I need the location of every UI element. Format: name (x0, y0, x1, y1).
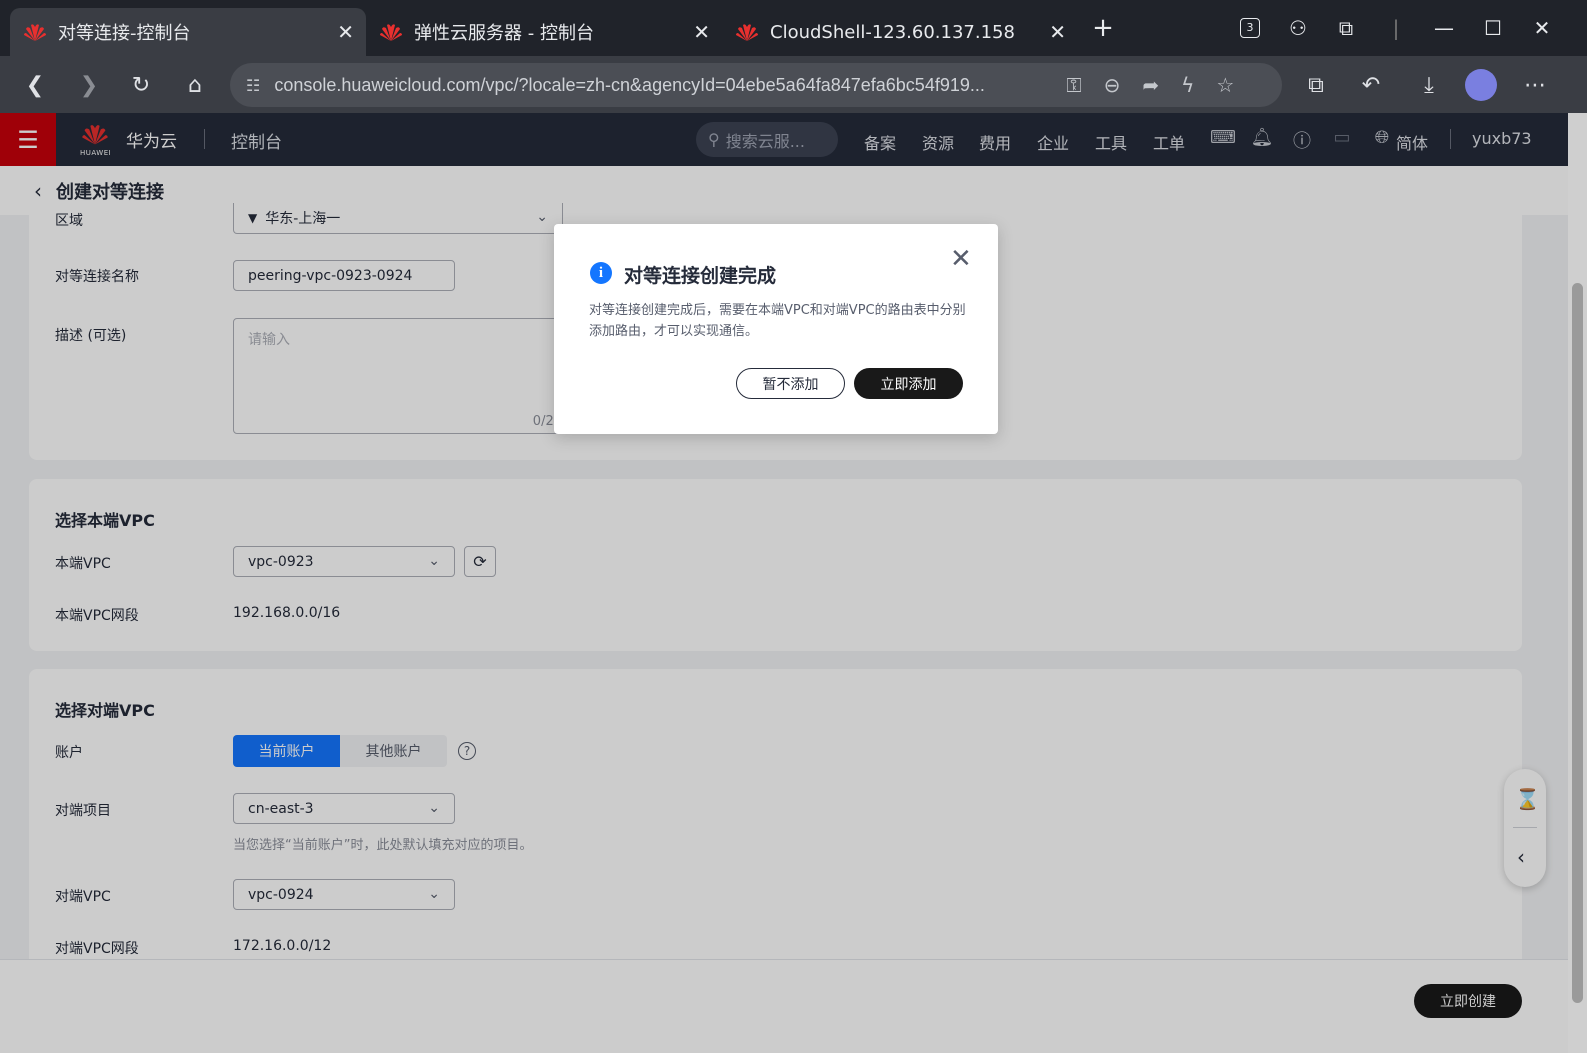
favorite-star-icon[interactable]: ☆ (1216, 73, 1234, 97)
huawei-logo-icon (734, 21, 760, 43)
vertical-scrollbar[interactable] (1568, 113, 1587, 1053)
minimize-icon[interactable]: — (1424, 10, 1464, 46)
browser-tab-ecs[interactable]: 弹性云服务器 - 控制台 ✕ (366, 8, 722, 56)
dialog-title: 对等连接创建完成 (624, 265, 777, 287)
avatar-icon (1465, 69, 1497, 101)
browser-tab-cloudshell[interactable]: CloudShell-123.60.137.158 ✕ (722, 8, 1078, 56)
key-icon[interactable]: ⚿ (1066, 73, 1081, 97)
address-bar[interactable]: ☷ console.huaweicloud.com/vpc/?locale=zh… (230, 63, 1282, 107)
browser-tab-peering[interactable]: 对等连接-控制台 ✕ (10, 8, 366, 56)
tab-title: 对等连接-控制台 (58, 23, 191, 44)
home-icon[interactable]: ⌂ (176, 66, 214, 104)
close-icon[interactable]: ✕ (693, 20, 710, 44)
extensions-icon[interactable]: ⧉ (1326, 10, 1366, 46)
add-now-button[interactable]: 立即添加 (854, 368, 963, 399)
share-icon[interactable]: ➦ (1142, 73, 1159, 97)
reload-icon[interactable]: ↻ (122, 66, 160, 104)
tab-title: CloudShell-123.60.137.158 (770, 21, 1015, 43)
extensions-puzzle-icon[interactable]: ⧉ (1297, 66, 1335, 104)
skip-add-button[interactable]: 暂不添加 (736, 368, 845, 399)
creation-complete-dialog: i 对等连接创建完成 ✕ 对等连接创建完成后，需要在本端VPC和对端VPC的路由… (554, 224, 998, 434)
forward-icon[interactable]: ❯ (70, 66, 108, 104)
dialog-message: 对等连接创建完成后，需要在本端VPC和对端VPC的路由表中分别添加路由，才可以实… (589, 303, 966, 339)
tab-title: 弹性云服务器 - 控制台 (414, 23, 594, 44)
profile-avatar[interactable] (1462, 66, 1500, 104)
window-close-icon[interactable]: ✕ (1522, 10, 1562, 46)
back-icon[interactable]: ❮ (16, 66, 54, 104)
new-tab-button[interactable]: + (1083, 10, 1123, 46)
url-text[interactable]: console.huaweicloud.com/vpc/?locale=zh-c… (274, 75, 1044, 96)
tab-count-icon: 3 (1240, 18, 1260, 38)
zoom-out-icon[interactable]: ⊖ (1104, 73, 1121, 97)
maximize-icon[interactable]: ☐ (1473, 10, 1513, 46)
huawei-logo-icon (378, 21, 404, 43)
close-icon[interactable]: ✕ (950, 244, 972, 274)
info-icon: i (590, 262, 612, 284)
downloads-icon[interactable]: ⤓ (1410, 66, 1448, 104)
browser-toolbar: ❮ ❯ ↻ ⌂ ☷ console.huaweicloud.com/vpc/?l… (0, 56, 1587, 113)
copilot-icon[interactable]: ⚇ (1278, 10, 1318, 46)
close-icon[interactable]: ✕ (337, 20, 354, 44)
bolt-icon[interactable]: ϟ (1181, 73, 1194, 97)
tab-count-button[interactable]: 3 (1230, 10, 1270, 46)
close-icon[interactable]: ✕ (1049, 20, 1066, 44)
history-back-icon[interactable]: ↶ (1352, 66, 1390, 104)
more-menu-icon[interactable]: ⋯ (1516, 66, 1554, 104)
huawei-logo-icon (22, 21, 48, 43)
scrollbar-thumb[interactable] (1572, 283, 1583, 1003)
divider: | (1392, 16, 1400, 40)
browser-tab-strip: 对等连接-控制台 ✕ 弹性云服务器 - 控制台 ✕ CloudShell-123… (0, 0, 1587, 56)
page-viewport: ☰ HUAWEI 华为云 控制台 ⚲ 搜索云服... 备案 资源 费用 企业 工… (0, 113, 1568, 1053)
site-settings-icon[interactable]: ☷ (246, 76, 260, 95)
